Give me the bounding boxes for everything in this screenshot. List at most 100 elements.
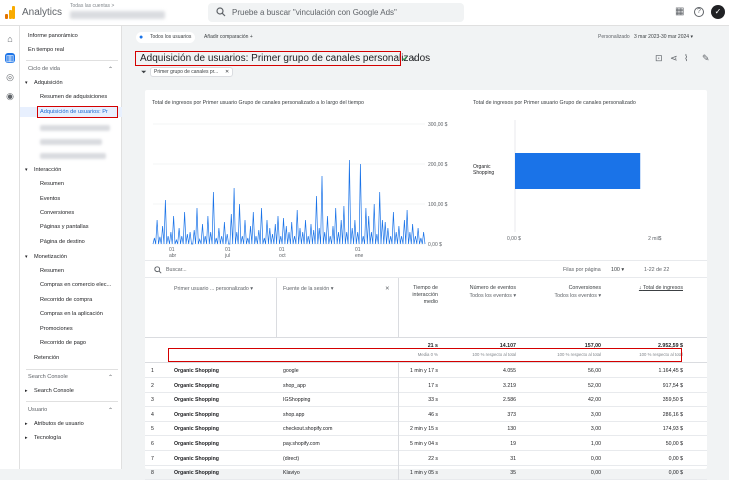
total-engagement-time: 21 s [427,343,438,349]
avatar[interactable]: ✓ [711,5,725,19]
table-row[interactable]: 8 Organic Shopping Klaviyo 1 min y 05 s 35 0,… [145,465,707,480]
bar-organic-shopping[interactable] [515,153,641,189]
close-icon[interactable]: ✕ [225,68,229,76]
pencil-icon[interactable]: ✎ [702,53,710,64]
share-icon[interactable]: ⋖ [670,53,678,64]
insights-icon[interactable]: ⌇ [684,53,688,64]
cell-engagement-time: 33 s [428,397,438,404]
segment-chip[interactable]: ● Todos los usuarios [136,32,196,43]
caret-down-icon: ▾ [25,80,28,86]
table-row[interactable]: 5 Organic Shopping checkout.shopify.com 2 m… [145,421,707,437]
nav-resumen-interaccion[interactable]: Resumen [20,179,122,189]
line-chart[interactable]: 300,00 $200,00 $100,00 $0,00 $01abr01jul… [145,110,465,260]
events-filter[interactable]: Todos los eventos ▾ [445,293,516,299]
table-row[interactable]: 6 Organic Shopping pay.shopify.com 5 min y … [145,436,707,451]
table-row[interactable]: 4 Organic Shopping shop.app 46 s 373 3,00 286,… [145,406,707,422]
nav-recorrido-pago[interactable]: Recorrido de pago [20,338,122,348]
nav-resumen-monetizacion[interactable]: Resumen [20,266,122,276]
nav-compras-aplicacion[interactable]: Compras en la aplicación [20,309,122,319]
nav-adquisicion-usuarios[interactable]: Adquisición de usuarios: Pr [20,107,122,117]
cell-engagement-time: 5 min y 04 s [410,441,438,447]
column-header-events[interactable]: Número de eventos [445,285,516,291]
row-number: 7 [151,455,154,462]
cell-engagement-time: 2 min y 15 s [410,426,438,433]
cell-engagement-time: 1 min y 05 s [410,470,438,477]
bar-chart[interactable]: OrganicShopping0,00 $2 mil$ [470,110,685,260]
date-range-picker[interactable]: 3 mar 2023-30 mar 2024 ▾ [634,32,693,43]
nav-eventos[interactable]: Eventos [20,194,122,204]
home-icon[interactable]: ⌂ [5,34,15,44]
nav-paginas-pantallas[interactable]: Páginas y pantallas [20,222,122,232]
check-circle-icon[interactable]: ✔ [402,55,408,63]
nav-adquisicion[interactable]: Adquisición [20,78,122,88]
nav-monetizacion[interactable]: Monetización [20,252,122,262]
nav-tiempo-real[interactable]: En tiempo real [20,45,122,55]
account-breadcrumb[interactable]: Todas las cuentas > [70,3,114,9]
rows-per-page-select[interactable]: 100 ▾ [611,267,624,273]
account-name-redacted[interactable] [70,11,165,19]
redacted-nav-item[interactable] [40,139,102,145]
nav-retencion[interactable]: Retención [20,353,122,363]
column-header-channel[interactable]: Primer usuario ... personalizado ▾ [174,286,253,292]
cell-events: 3.219 [503,382,516,389]
cell-events: 4.055 [503,368,516,374]
conversions-filter[interactable]: Todos los eventos ▾ [525,293,601,299]
nav-resumen-adquisiciones[interactable]: Resumen de adquisiciones [20,92,122,102]
main-content: ● Todos los usuarios Añadir comparación … [122,26,729,480]
table-search-input[interactable]: Buscar... [166,267,187,273]
analytics-logo-icon[interactable] [5,6,15,19]
total-revenue-sub: 100 % respecto al total [639,352,683,357]
filter-icon[interactable]: ⏷ [141,69,147,77]
add-comparison-button[interactable]: Añadir comparación + [200,32,257,43]
section-usuario[interactable]: Usuario [20,405,122,415]
cell-channel: Organic Shopping [174,382,219,389]
reports-icon[interactable]: ▥ [5,53,15,63]
cell-channel: Organic Shopping [174,455,219,462]
nav-pagina-destino[interactable]: Página de destino [20,237,122,247]
row-number: 5 [151,426,154,433]
nav-promociones[interactable]: Promociones [20,324,122,334]
remove-dimension-icon[interactable]: ✕ [385,286,389,292]
revenue-series-line[interactable] [152,159,426,245]
column-header-revenue[interactable]: ↓ Total de ingresos [605,285,683,291]
section-ciclo-de-vida[interactable]: Ciclo de vida [20,64,122,74]
caret-down-icon[interactable]: ▾ [413,56,416,63]
column-header-conversions[interactable]: Conversiones [525,285,601,291]
advertising-icon[interactable]: ◉ [5,91,15,101]
table-row[interactable]: 7 Organic Shopping (direct) 22 s 31 0,00 0,00 … [145,450,707,466]
apps-grid-icon[interactable]: ▦ [675,7,684,17]
nav-recorrido-compra[interactable]: Recorrido de compra [20,295,122,305]
chevron-up-icon[interactable]: ⌃ [108,66,113,73]
nav-atributos-usuario[interactable]: Atributos de usuario [20,419,122,429]
redacted-nav-item[interactable] [40,153,106,159]
table-row[interactable]: 2 Organic Shopping shop_app 17 s 3.219 52,00 9… [145,377,707,393]
column-separator [398,436,399,451]
section-search-console[interactable]: Search Console [20,372,122,382]
nav-tecnologia[interactable]: Tecnología [20,433,122,443]
search-bar[interactable]: Pruebe a buscar "vinculación con Google … [208,3,464,22]
nav-conversiones[interactable]: Conversiones [20,208,122,218]
nav-informe-panoramico[interactable]: Informe panorámico [20,31,122,41]
table-row[interactable]: 1 Organic Shopping google 1 min y 17 s 4.055… [145,363,707,378]
chevron-up-icon[interactable]: ⌃ [108,374,113,381]
nav-compras-comercio[interactable]: Compras en comercio elec... [20,280,122,290]
nav-interaccion[interactable]: Interacción [20,165,122,175]
column-separator [398,465,399,480]
column-header-source[interactable]: Fuente de la sesión ▾ [283,286,333,292]
cell-source: pay.shopify.com [283,441,320,447]
table-row[interactable]: 3 Organic Shopping IGShopping 33 s 2.586 42,0… [145,392,707,408]
filter-chip[interactable]: Primer grupo de canales pr... ✕ [150,67,234,77]
nav-search-console[interactable]: Search Console [20,386,122,396]
column-separator [398,363,399,378]
cell-events: 373 [507,411,516,418]
redacted-nav-item[interactable] [40,125,110,131]
help-icon[interactable]: ? [694,7,704,17]
cell-channel: Organic Shopping [174,470,219,477]
cell-source: IGShopping [283,397,311,404]
bar-x-tick: 0,00 $ [507,236,521,242]
chevron-up-icon[interactable]: ⌃ [108,407,113,414]
edit-report-icon[interactable]: ⊡ [655,53,663,64]
search-icon [216,7,226,17]
explore-icon[interactable]: ◎ [5,72,15,82]
column-header-engagement-time[interactable]: Tiempo de interacción medio [401,285,438,306]
